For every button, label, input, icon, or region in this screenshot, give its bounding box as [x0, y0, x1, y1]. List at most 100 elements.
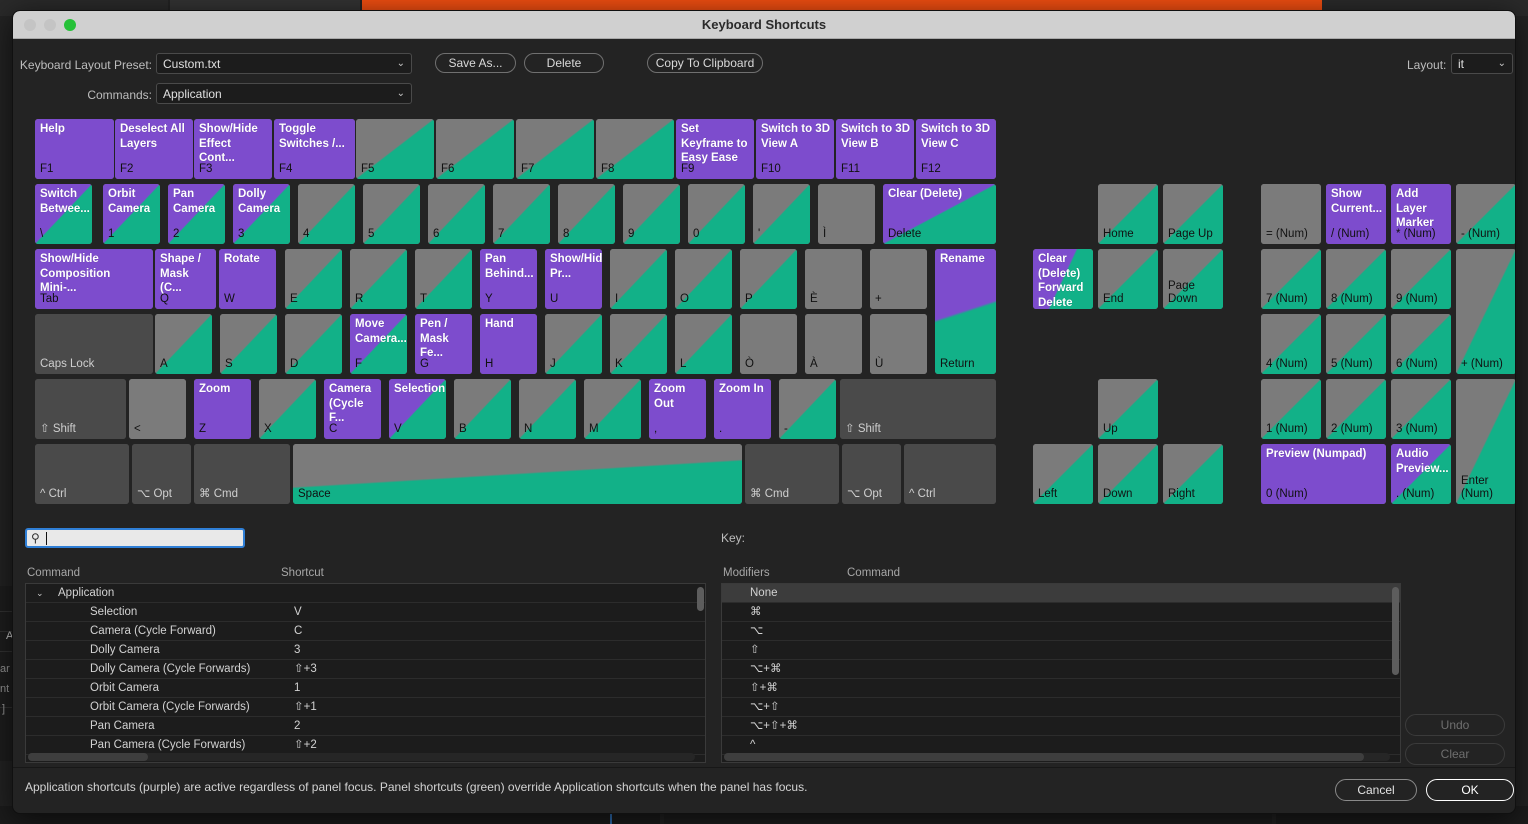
keyboard-key[interactable]: + (Num) — [1456, 249, 1515, 374]
cancel-button[interactable]: Cancel — [1335, 779, 1417, 801]
keyboard-key[interactable]: ^ Ctrl — [904, 444, 996, 504]
keyboard-key[interactable]: À — [805, 314, 862, 374]
keyboard-key[interactable]: Pan Camera 2 — [168, 184, 225, 244]
table-row[interactable]: Dolly Camera (Cycle Forwards) ⇧+3 — [26, 660, 705, 679]
keyboard-key[interactable]: Camera (Cycle F... C — [324, 379, 381, 439]
keyboard-key[interactable]: Ò — [740, 314, 797, 374]
keyboard-key[interactable]: 9 (Num) — [1391, 249, 1451, 309]
table-row[interactable]: Orbit Camera (Cycle Forwards) ⇧+1 — [26, 698, 705, 717]
command-group-row[interactable]: ⌄ Application — [26, 584, 705, 603]
keyboard-key[interactable]: Hand H — [480, 314, 537, 374]
keyboard-key[interactable]: Move Camera... F — [350, 314, 407, 374]
command-list-hscrollbar[interactable] — [28, 753, 695, 761]
key-list-scrollbar[interactable] — [1392, 585, 1399, 752]
keyboard-key[interactable]: Switch to 3D View A F10 — [756, 119, 834, 179]
keyboard-key[interactable]: ⌥ Opt — [842, 444, 901, 504]
keyboard-key[interactable]: L — [675, 314, 732, 374]
keyboard-key[interactable]: D — [285, 314, 342, 374]
keyboard-key[interactable]: 6 — [428, 184, 485, 244]
keyboard-key[interactable]: Right — [1163, 444, 1223, 504]
keyboard-key[interactable]: F7 — [516, 119, 594, 179]
keyboard-key[interactable]: Shape / Mask (C... Q — [155, 249, 216, 309]
keyboard-key[interactable]: I — [610, 249, 667, 309]
keyboard-key[interactable]: + — [870, 249, 927, 309]
keyboard-key[interactable]: B — [454, 379, 511, 439]
keyboard-key[interactable]: 5 (Num) — [1326, 314, 1386, 374]
keyboard-key[interactable]: 5 — [363, 184, 420, 244]
command-list[interactable]: ⌄ Application Selection V Camera (Cycle Forw… — [25, 583, 706, 763]
table-row[interactable]: ⌥+⌘ — [722, 660, 1400, 679]
keyboard-key[interactable]: È — [805, 249, 862, 309]
keyboard-key[interactable]: Clear (Delete) Delete — [883, 184, 996, 244]
save-as-button[interactable]: Save As... — [435, 53, 516, 73]
keyboard-key[interactable]: Zoom Out, — [649, 379, 706, 439]
preset-select[interactable]: Custom.txt ⌄ — [156, 53, 412, 74]
keyboard-key[interactable]: Deselect All Layers F2 — [115, 119, 193, 179]
clear-button[interactable]: Clear — [1405, 743, 1505, 765]
keyboard-key[interactable]: Show/Hide Pr... U — [545, 249, 602, 309]
keyboard-key[interactable]: R — [350, 249, 407, 309]
keyboard-key[interactable]: A — [155, 314, 212, 374]
table-row[interactable]: Pan Camera 2 — [26, 717, 705, 736]
keyboard-key[interactable]: Audio Preview... . (Num) — [1391, 444, 1451, 504]
keyboard-key[interactable]: < — [129, 379, 186, 439]
ok-button[interactable]: OK — [1426, 779, 1514, 801]
keyboard-key[interactable]: F8 — [596, 119, 674, 179]
keyboard-key[interactable]: Preview (Numpad) 0 (Num) — [1261, 444, 1386, 504]
keyboard-key[interactable]: Ù — [870, 314, 927, 374]
keyboard-key[interactable]: 8 — [558, 184, 615, 244]
table-row[interactable]: Camera (Cycle Forward) C — [26, 622, 705, 641]
keyboard-key[interactable]: Home — [1098, 184, 1158, 244]
keyboard-key[interactable]: Zoom Z — [194, 379, 251, 439]
copy-to-clipboard-button[interactable]: Copy To Clipboard — [647, 53, 763, 73]
keyboard-key[interactable]: End — [1098, 249, 1158, 309]
keyboard-key[interactable]: 6 (Num) — [1391, 314, 1451, 374]
keyboard-key[interactable]: Zoom In. — [714, 379, 771, 439]
keyboard-key[interactable]: 9 — [623, 184, 680, 244]
keyboard-key[interactable]: Up — [1098, 379, 1158, 439]
table-row[interactable]: ⌥+⇧ — [722, 698, 1400, 717]
table-row[interactable]: ⇧ — [722, 641, 1400, 660]
keyboard-key[interactable]: Left — [1033, 444, 1093, 504]
scrollbar-thumb[interactable] — [697, 587, 704, 611]
keyboard-key[interactable]: Toggle Switches /... F4 — [274, 119, 355, 179]
keyboard-key[interactable]: 7 — [493, 184, 550, 244]
key-modifier-list[interactable]: None ⌘ ⌥ ⇧ ⌥+⌘ ⇧+⌘ ⌥+⇧ ⌥+⇧+⌘ ^ — [721, 583, 1401, 763]
keyboard-key[interactable]: T — [415, 249, 472, 309]
table-row[interactable]: Orbit Camera 1 — [26, 679, 705, 698]
table-row[interactable]: None — [722, 584, 1400, 603]
keyboard-key[interactable]: ' — [753, 184, 810, 244]
hscrollbar-thumb[interactable] — [724, 753, 1364, 761]
keyboard-key[interactable]: Down — [1098, 444, 1158, 504]
keyboard-key[interactable]: Rotate W — [219, 249, 276, 309]
keyboard-key[interactable]: X — [259, 379, 316, 439]
keyboard-key[interactable]: J — [545, 314, 602, 374]
keyboard-key[interactable]: Space — [293, 444, 742, 504]
keyboard-key[interactable]: 4 (Num) — [1261, 314, 1321, 374]
command-list-scrollbar[interactable] — [697, 585, 704, 752]
keyboard-key[interactable]: Selection V — [389, 379, 446, 439]
keyboard-key[interactable]: E — [285, 249, 342, 309]
keyboard-key[interactable]: Show Current... / (Num) — [1326, 184, 1386, 244]
keyboard-key[interactable]: N — [519, 379, 576, 439]
keyboard-key[interactable]: Caps Lock — [35, 314, 153, 374]
search-input[interactable]: ⚲ — [25, 528, 245, 548]
commands-select[interactable]: Application ⌄ — [156, 83, 412, 104]
table-row[interactable]: ⌥ — [722, 622, 1400, 641]
keyboard-key[interactable]: F6 — [436, 119, 514, 179]
keyboard-key[interactable]: 8 (Num) — [1326, 249, 1386, 309]
scrollbar-thumb[interactable] — [1392, 587, 1399, 675]
keyboard-key[interactable]: Pen / Mask Fe... G — [415, 314, 472, 374]
keyboard-key[interactable]: Page Up — [1163, 184, 1223, 244]
table-row[interactable]: ⌘ — [722, 603, 1400, 622]
table-row[interactable]: ⌥+⇧+⌘ — [722, 717, 1400, 736]
keyboard-key[interactable]: ⇧ Shift — [840, 379, 996, 439]
keyboard-key[interactable]: M — [584, 379, 641, 439]
keyboard-key[interactable]: 7 (Num) — [1261, 249, 1321, 309]
keyboard-key[interactable]: - — [779, 379, 836, 439]
keyboard-key[interactable]: Page Down — [1163, 249, 1223, 309]
keyboard-key[interactable]: - (Num) — [1456, 184, 1515, 244]
keyboard-key[interactable]: ^ Ctrl — [35, 444, 129, 504]
keyboard-key[interactable]: Switch to 3D View C F12 — [916, 119, 996, 179]
delete-button[interactable]: Delete — [524, 53, 604, 73]
